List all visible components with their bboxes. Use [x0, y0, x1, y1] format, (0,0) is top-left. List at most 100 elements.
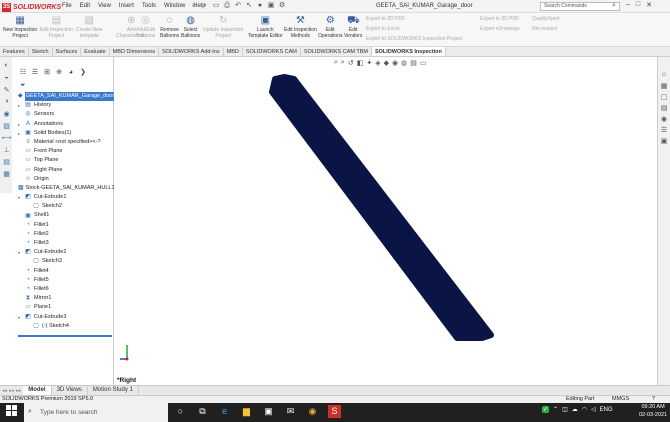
display-manager-icon[interactable]: ▤ [1, 158, 12, 170]
file-explorer-app-icon[interactable]: ▆ [240, 405, 253, 418]
evaluate-icon[interactable]: ▦ [1, 170, 12, 182]
tab-nav-icon[interactable]: ◂◂ ◂ ▸ ▸▸ [0, 388, 23, 394]
chrome-icon[interactable]: ◉ [306, 405, 319, 418]
design-library-icon[interactable]: ▦ [658, 82, 670, 93]
store-icon[interactable]: ▣ [262, 405, 275, 418]
wifi-icon[interactable]: ◠ [582, 406, 587, 413]
cmd-button-11[interactable]: ⛟ Edit Vendors [344, 15, 362, 39]
cloud-icon[interactable]: ☁ [572, 406, 578, 413]
cmd-button-6[interactable]: ◍ Select Balloons [181, 15, 200, 39]
display-icon[interactable]: ◒ [1, 74, 12, 86]
select-icon[interactable]: ↖ [245, 2, 253, 10]
menu-file[interactable]: File [62, 3, 72, 9]
menu-edit[interactable]: Edit [80, 3, 90, 9]
export_items_2-item[interactable]: Export to 3D PDF [480, 14, 519, 24]
language-indicator[interactable]: ENG [600, 407, 613, 413]
tree-item[interactable]: ◆ GEETA_SAI_KUMAR_Garage_door (D [18, 92, 123, 102]
configuration-tab-icon[interactable]: ⊞ [42, 68, 52, 78]
minimize-icon[interactable]: – [626, 1, 630, 9]
mail-icon[interactable]: ✉ [284, 405, 297, 418]
tree-item[interactable]: ◎ Sensors [18, 110, 114, 119]
display-style-icon[interactable]: ◆ [384, 59, 389, 67]
rebuild-icon[interactable]: ● [256, 2, 264, 10]
menu-tools[interactable]: Tools [142, 3, 156, 9]
tree-rollback-bar[interactable] [18, 335, 112, 337]
tree-item[interactable]: ◔ Fillet4 [18, 267, 114, 276]
cmd-button-10[interactable]: ⚙ Edit Operations [318, 15, 342, 39]
tab-sketch[interactable]: Sketch [29, 47, 53, 56]
normal-to-icon[interactable]: ⊥ [1, 146, 12, 158]
tree-item[interactable]: ◔ Fillet5 [18, 276, 114, 285]
search-icon[interactable]: ⌕ [612, 2, 616, 10]
tab-mbd[interactable]: MBD [224, 47, 243, 56]
tree-item[interactable]: ▩ Stock-GEETA_SAI_KUMAR_HULL1 [18, 184, 115, 193]
scenes-icon[interactable]: ▤ [410, 59, 417, 67]
tree-item[interactable]: ▱ Plane1 [18, 303, 114, 312]
cmd-button-7[interactable]: ↻ Update Inspection Project [203, 15, 243, 39]
menu-window[interactable]: Window [164, 3, 185, 9]
cmd-button-8[interactable]: ▣ Launch Template Editor [248, 15, 283, 39]
file-explorer-icon[interactable]: ▢ [658, 93, 670, 104]
tab-solidworks-cam[interactable]: SOLIDWORKS CAM [243, 47, 301, 56]
quality_items-item[interactable]: QualityXpert [532, 14, 560, 24]
dynamic-annotation-icon[interactable]: ✦ [366, 59, 372, 67]
tray-app-icon[interactable]: ✓ [542, 406, 550, 413]
options-icon[interactable]: ⚙ [278, 2, 286, 10]
edge-icon[interactable]: e [218, 405, 231, 418]
view-settings-icon[interactable]: ▭ [420, 59, 427, 67]
edit-appearance-icon[interactable]: ◍ [401, 59, 407, 67]
tab-surfaces[interactable]: Surfaces [53, 47, 82, 56]
cortana-icon[interactable]: ○ [174, 405, 187, 418]
tree-item[interactable]: ◔ Fillet6 [18, 285, 114, 294]
windows-start-icon[interactable] [6, 405, 17, 416]
appearances-icon[interactable]: ◉ [658, 115, 670, 126]
garage-door-part[interactable] [269, 74, 494, 341]
save-icon[interactable]: ▣ [267, 2, 275, 10]
tree-item[interactable]: ⧗ Mirror1 [18, 294, 114, 303]
hide-show-icon[interactable]: ◑ [1, 98, 12, 110]
tree-item[interactable]: ▸ A Annotations [18, 120, 114, 129]
clock[interactable]: 09:20 AM 02-03-2021 [639, 404, 667, 419]
quality_items-item[interactable]: Net-inspect [532, 24, 560, 34]
sketch-tool-icon[interactable]: ✎ [1, 86, 12, 98]
maximize-icon[interactable]: □ [636, 1, 640, 9]
help-icon[interactable]: ? [652, 396, 655, 403]
hide-show-items-icon[interactable]: ◉ [392, 59, 398, 67]
section-view-icon[interactable]: ◧ [357, 59, 364, 67]
forum-icon[interactable]: ▣ [658, 137, 670, 148]
expand-panel-icon[interactable]: ❯ [78, 68, 88, 78]
open-icon[interactable]: ▭ [212, 2, 220, 10]
tree-item[interactable]: ▾ ◩ Cut-Extrude1 [18, 193, 114, 202]
custom-properties-icon[interactable]: ☰ [658, 126, 670, 137]
dimxpert-tab-icon[interactable]: ⊕ [54, 68, 64, 78]
cmd-button-1[interactable]: ▤ Edit Inspection Project [40, 15, 73, 39]
model-tab-3d-views[interactable]: 3D Views [52, 386, 88, 395]
tab-solidworks-cam-tbm[interactable]: SOLIDWORKS CAM TBM [301, 47, 372, 56]
close-icon[interactable]: ✕ [646, 1, 652, 9]
new-icon[interactable]: ▫ [201, 2, 209, 10]
tree-item[interactable]: ▱ Right Plane [18, 166, 114, 175]
tree-item[interactable]: ◔ Fillet3 [18, 239, 114, 248]
tree-item[interactable]: ▸ ▤ History [18, 101, 114, 110]
undo-icon[interactable]: ↶ [234, 2, 242, 10]
view-palette-icon[interactable]: ▤ [658, 104, 670, 115]
display-manager-tab-icon[interactable]: ◕ [66, 68, 76, 78]
tree-item[interactable]: ▱ Top Plane [18, 156, 114, 165]
units-selector[interactable]: MMGS [612, 396, 629, 403]
cmd-button-9[interactable]: ⚒ Edit Inspection Methods [284, 15, 317, 39]
export_items-item[interactable]: Export to SOLIDWORKS Inspection Project [366, 34, 462, 44]
cmd-button-5[interactable]: ◌ Remove Balloons [160, 15, 179, 39]
tree-item[interactable]: ▾ ◩ Cut-Extrude2 [18, 248, 114, 257]
tab-mbd-dimensions[interactable]: MBD Dimensions [110, 47, 160, 56]
measure-icon[interactable]: ⟷ [1, 134, 12, 146]
appearance-icon[interactable]: ◉ [1, 110, 12, 122]
tab-evaluate[interactable]: Evaluate [81, 47, 110, 56]
task-view-icon[interactable]: ⧉ [196, 405, 209, 418]
view-orient-icon[interactable]: ◐ [1, 62, 12, 74]
tree-item[interactable]: ◔ Fillet1 [18, 221, 114, 230]
view-orientation-icon[interactable]: ◈ [375, 59, 380, 67]
volume-icon[interactable]: ◁ [591, 406, 596, 413]
feature-tree-tab-icon[interactable]: ☷ [18, 68, 28, 78]
cmd-button-4[interactable]: ◎ Add/Edit Balloons [136, 15, 155, 39]
network-icon[interactable]: ◫ [562, 406, 568, 413]
